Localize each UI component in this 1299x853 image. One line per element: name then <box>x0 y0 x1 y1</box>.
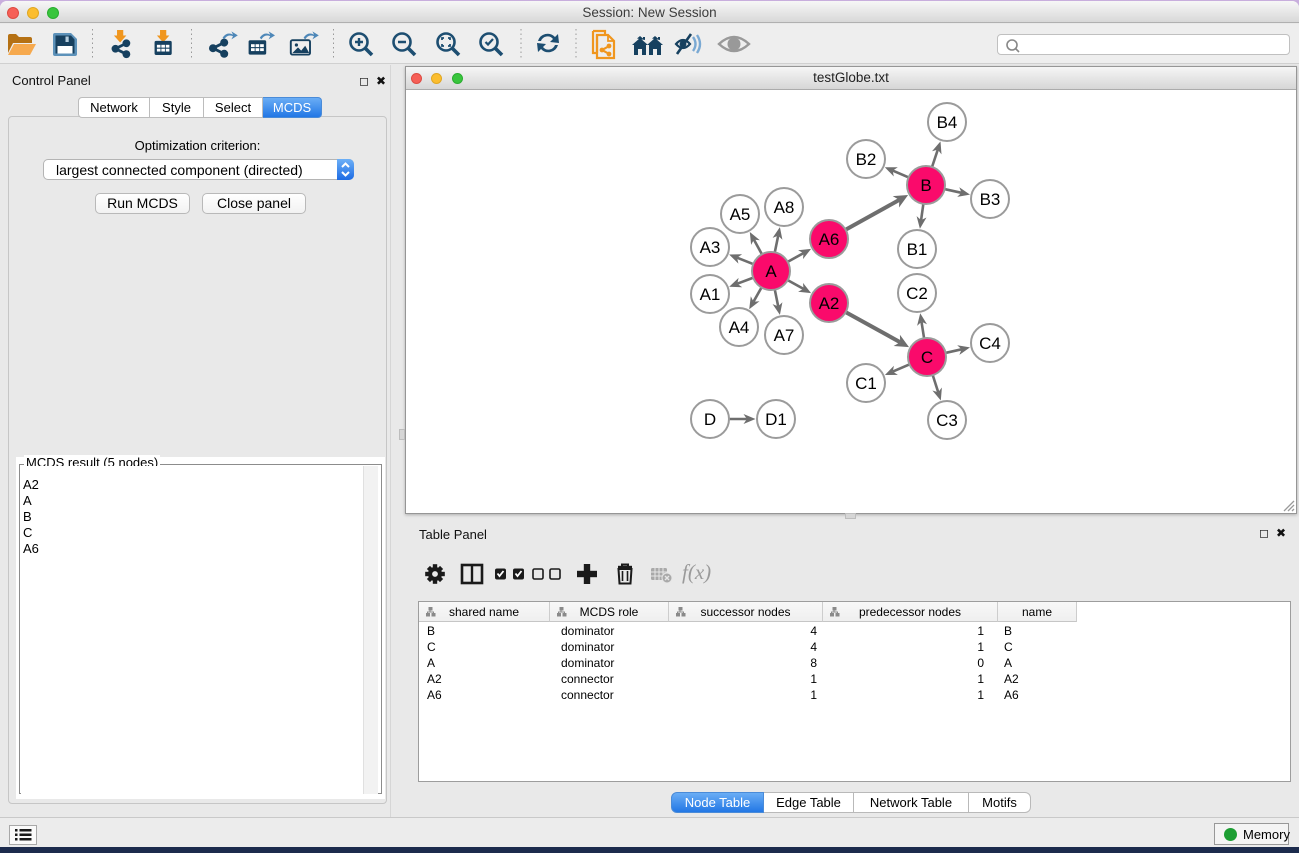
svg-text:A5: A5 <box>730 205 751 224</box>
svg-text:B4: B4 <box>937 113 958 132</box>
svg-text:C1: C1 <box>855 374 877 393</box>
svg-text:A3: A3 <box>700 238 721 257</box>
svg-text:A: A <box>765 262 777 281</box>
svg-text:D1: D1 <box>765 410 787 429</box>
svg-text:A6: A6 <box>819 230 840 249</box>
svg-text:D: D <box>704 410 716 429</box>
svg-text:B2: B2 <box>856 150 877 169</box>
svg-text:C2: C2 <box>906 284 928 303</box>
svg-text:A2: A2 <box>819 294 840 313</box>
svg-text:A7: A7 <box>774 326 795 345</box>
svg-text:B3: B3 <box>980 190 1001 209</box>
svg-text:A8: A8 <box>774 198 795 217</box>
svg-text:C4: C4 <box>979 334 1001 353</box>
svg-text:A1: A1 <box>700 285 721 304</box>
svg-text:C3: C3 <box>936 411 958 430</box>
svg-text:B: B <box>920 176 931 195</box>
svg-text:B1: B1 <box>907 240 928 259</box>
svg-text:C: C <box>921 348 933 367</box>
svg-text:A4: A4 <box>729 318 750 337</box>
